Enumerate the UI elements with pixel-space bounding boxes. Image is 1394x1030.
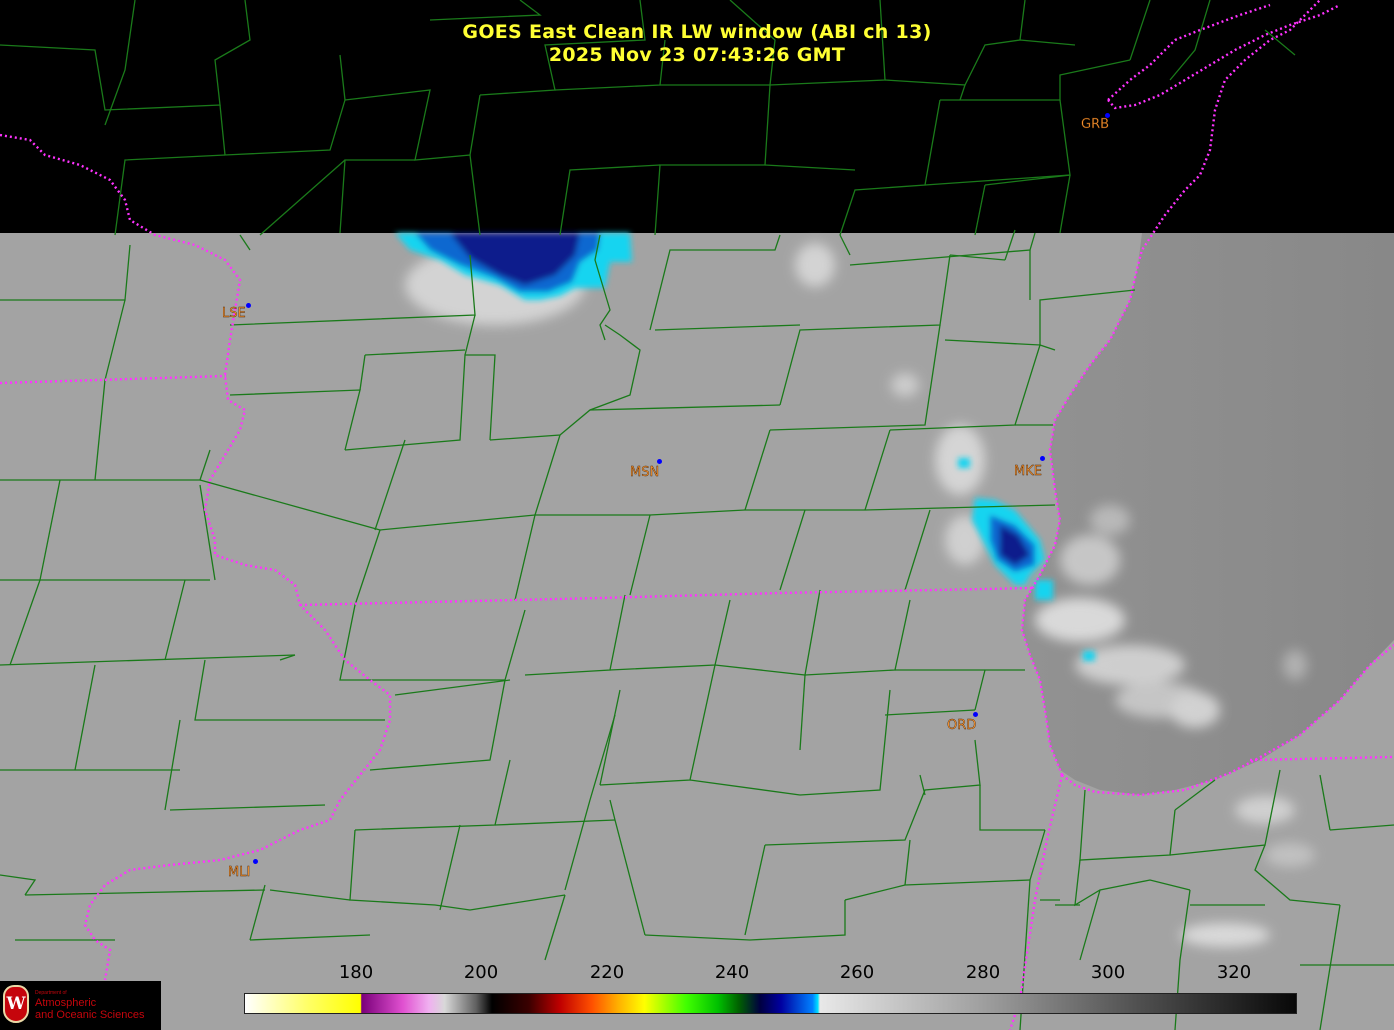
- station-dot-lse: [246, 303, 251, 308]
- station-label-mke: MKE: [1014, 464, 1042, 479]
- logo-text-line1: Atmospheric: [35, 997, 97, 1009]
- logo-text-line2: and Oceanic Sciences: [35, 1009, 145, 1021]
- station-label-grb: GRB: [1081, 117, 1110, 132]
- colorbar-tick: 300: [1090, 962, 1126, 983]
- station-dot-ord: [973, 712, 978, 717]
- station-label-msn: MSN: [630, 465, 660, 480]
- colorbar-tick: 200: [463, 962, 499, 983]
- station-dot-msn: [657, 459, 662, 464]
- colorbar-tick: 320: [1216, 962, 1252, 983]
- colorbar-tick: 240: [714, 962, 750, 983]
- aos-logo: W Department of Atmospheric and Oceanic …: [0, 981, 161, 1030]
- colorbar-tick: 220: [589, 962, 625, 983]
- map-title: GOES East Clean IR LW window (ABI ch 13): [462, 21, 932, 43]
- station-dot-mke: [1040, 456, 1045, 461]
- station-dot-mli: [253, 859, 258, 864]
- map-timestamp: 2025 Nov 23 07:43:26 GMT: [548, 44, 846, 66]
- station-label-lse: LSE: [222, 306, 246, 321]
- logo-dept-text: Department of: [35, 990, 67, 996]
- colorbar-tick: 180: [338, 962, 374, 983]
- colorbar-tick: 280: [965, 962, 1001, 983]
- station-label-ord: ORD: [947, 718, 977, 733]
- map-canvas: [0, 0, 1394, 1030]
- satellite-map: GOES East Clean IR LW window (ABI ch 13)…: [0, 0, 1394, 1030]
- station-label-mli: MLI: [228, 865, 251, 880]
- colorbar-tick: 260: [839, 962, 875, 983]
- colorbar: [244, 993, 1297, 1014]
- uw-crest-icon: W: [3, 985, 29, 1023]
